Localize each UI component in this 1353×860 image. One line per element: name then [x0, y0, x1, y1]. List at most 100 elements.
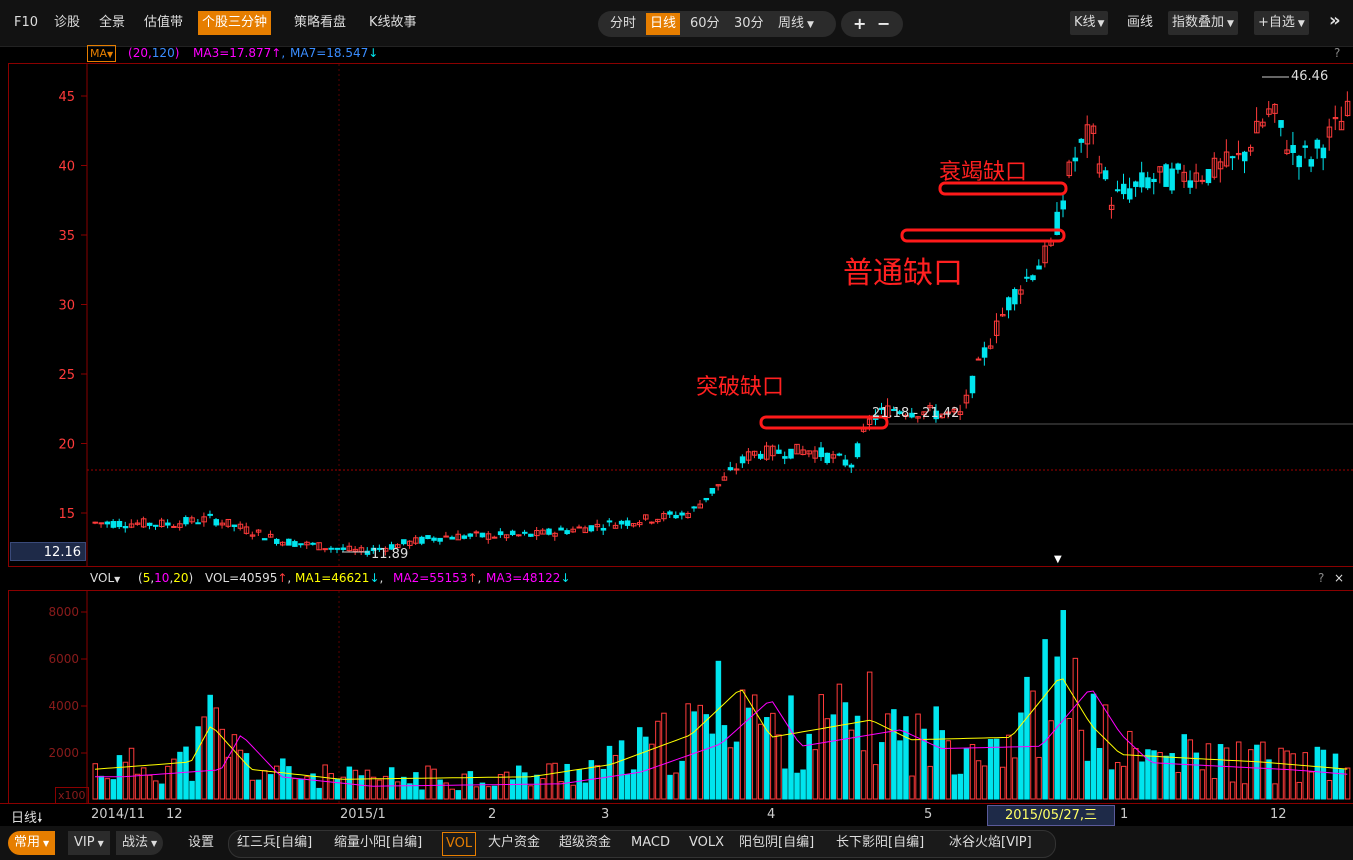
settings-button[interactable]: 设置: [188, 831, 214, 855]
period-daily[interactable]: 日线: [646, 13, 681, 35]
candle-body: [788, 448, 794, 459]
volume-bar: [546, 763, 552, 800]
kline-type-button[interactable]: K线 ▼: [1070, 11, 1109, 35]
volume-bar: [576, 769, 582, 800]
volume-bar: [1018, 712, 1024, 800]
add-watchlist-button[interactable]: +自选 ▼: [1254, 11, 1309, 35]
indicator-tab[interactable]: 红三兵[自编]: [237, 831, 312, 855]
period-weekly-label: 周线: [778, 16, 805, 31]
panorama-tab[interactable]: 全景: [99, 11, 125, 35]
vol-help-icon[interactable]: ?: [1318, 569, 1324, 587]
candlestick-chart[interactable]: 45 40 35 30 25 20 15: [9, 64, 1353, 566]
chevron-down-icon: ▼: [807, 20, 814, 30]
stock-3min-tab[interactable]: 个股三分钟: [198, 11, 272, 35]
period-60min[interactable]: 60分: [690, 11, 720, 37]
period-weekly[interactable]: 周线 ▼: [778, 11, 814, 37]
period-30min[interactable]: 30分: [734, 11, 764, 37]
volume-bar: [1054, 656, 1060, 800]
period-intraday[interactable]: 分时: [610, 11, 636, 37]
index-overlay-button[interactable]: 指数叠加 ▼: [1168, 11, 1238, 35]
ma-param-120: 120: [151, 46, 175, 60]
volume-bar: [727, 747, 734, 800]
indicator-tab[interactable]: MACD: [631, 831, 670, 855]
candle-body: [558, 527, 564, 531]
candle-body: [776, 449, 782, 454]
volume-bar: [1254, 744, 1260, 800]
help-icon[interactable]: ?: [1334, 44, 1340, 62]
ma3-value: MA3=17.877: [193, 46, 272, 60]
indicator-tab[interactable]: VOLX: [689, 831, 724, 855]
price-tick-label: 20: [58, 438, 75, 453]
zoom-in-button[interactable]: +: [853, 11, 866, 37]
volume-bar: [1235, 741, 1242, 800]
kline-story-tab[interactable]: K线故事: [369, 11, 417, 35]
vol-ma2-value: MA2=55153: [393, 571, 468, 585]
volume-bar: [431, 768, 437, 800]
strategy-tab[interactable]: 战法 ▼: [116, 831, 164, 855]
volume-bar: [758, 723, 764, 800]
volume-bar: [806, 733, 812, 800]
volume-bar: [1145, 749, 1151, 800]
volume-bar: [177, 751, 183, 800]
common-gap-box: [900, 228, 1066, 243]
volume-bar: [909, 775, 915, 800]
volume-bar: [1314, 746, 1321, 800]
close-icon[interactable]: ×: [1334, 569, 1344, 587]
volume-bar: [1308, 771, 1315, 800]
common-tab[interactable]: 常用 ▼: [8, 831, 56, 855]
candle-body: [975, 358, 982, 361]
zoom-out-button[interactable]: −: [877, 11, 890, 37]
indicator-tab[interactable]: 长下影阳[自编]: [836, 831, 924, 855]
volume-bar: [449, 788, 455, 800]
draw-line-button[interactable]: 画线: [1127, 11, 1153, 35]
volume-bar: [842, 702, 849, 800]
volume-bar: [1211, 778, 1218, 800]
volume-bar: [564, 763, 570, 800]
volume-bar: [1006, 734, 1012, 800]
f10-tab[interactable]: F10: [14, 11, 38, 35]
vip-tab[interactable]: VIP ▼: [68, 831, 110, 855]
vol-info-bar: VOL▼ (5,10,20) VOL=40595↑, MA1=46621↓, M…: [0, 569, 1353, 589]
volume-bar: [1284, 750, 1290, 800]
ma-info-bar: MA▼ (20,120) MA3=17.877↑, MA7=18.547↓ ?: [0, 44, 1353, 62]
candle-body: [624, 520, 631, 526]
volume-bar: [1169, 753, 1175, 800]
indicator-tab[interactable]: 冰谷火焰[VIP]: [949, 831, 1032, 855]
vol-selector[interactable]: VOL▼: [90, 569, 120, 589]
valuation-tab[interactable]: 估值带: [144, 11, 183, 35]
volume-bar: [1242, 783, 1248, 800]
volume-bar: [655, 720, 661, 800]
candle-body: [449, 536, 455, 540]
price-tick-label: 30: [58, 299, 75, 314]
volume-bar: [1266, 759, 1272, 800]
indicator-tab[interactable]: 阳包阴[自编]: [739, 831, 814, 855]
indicator-tab[interactable]: 缩量小阳[自编]: [334, 831, 422, 855]
ma-param-20: 20: [132, 46, 148, 60]
common-gap-label: 普通缺口: [843, 256, 963, 291]
indicator-tab[interactable]: 大户资金: [488, 831, 540, 855]
candle-body: [1139, 172, 1145, 188]
volume-bar: [479, 782, 486, 800]
indicator-tab-vol[interactable]: VOL: [442, 832, 477, 856]
volume-bar: [364, 769, 371, 800]
vip-tab-label: VIP: [74, 835, 95, 850]
indicator-tab[interactable]: 超级资金: [559, 831, 611, 855]
arrow-down-icon: ↓: [560, 571, 571, 585]
volume-bar: [1090, 693, 1097, 800]
candle-body: [588, 525, 595, 532]
candle-body: [98, 522, 105, 525]
volume-chart[interactable]: 8000 6000 4000 2000: [9, 591, 1353, 803]
volume-bar: [1302, 752, 1308, 800]
volume-bar: [981, 765, 988, 800]
volume-bar: [316, 787, 322, 800]
diagnosis-tab[interactable]: 诊股: [54, 11, 80, 35]
volume-bar: [243, 753, 250, 800]
volume-bar: [969, 743, 976, 800]
volume-bar: [1030, 690, 1036, 800]
candle-body: [443, 535, 449, 538]
volume-bar: [104, 778, 111, 800]
ma-selector[interactable]: MA▼: [87, 45, 117, 62]
candle-body: [479, 532, 486, 538]
collapse-panel-icon[interactable]: »: [1329, 9, 1341, 33]
strategy-view-tab[interactable]: 策略看盘: [294, 11, 346, 35]
